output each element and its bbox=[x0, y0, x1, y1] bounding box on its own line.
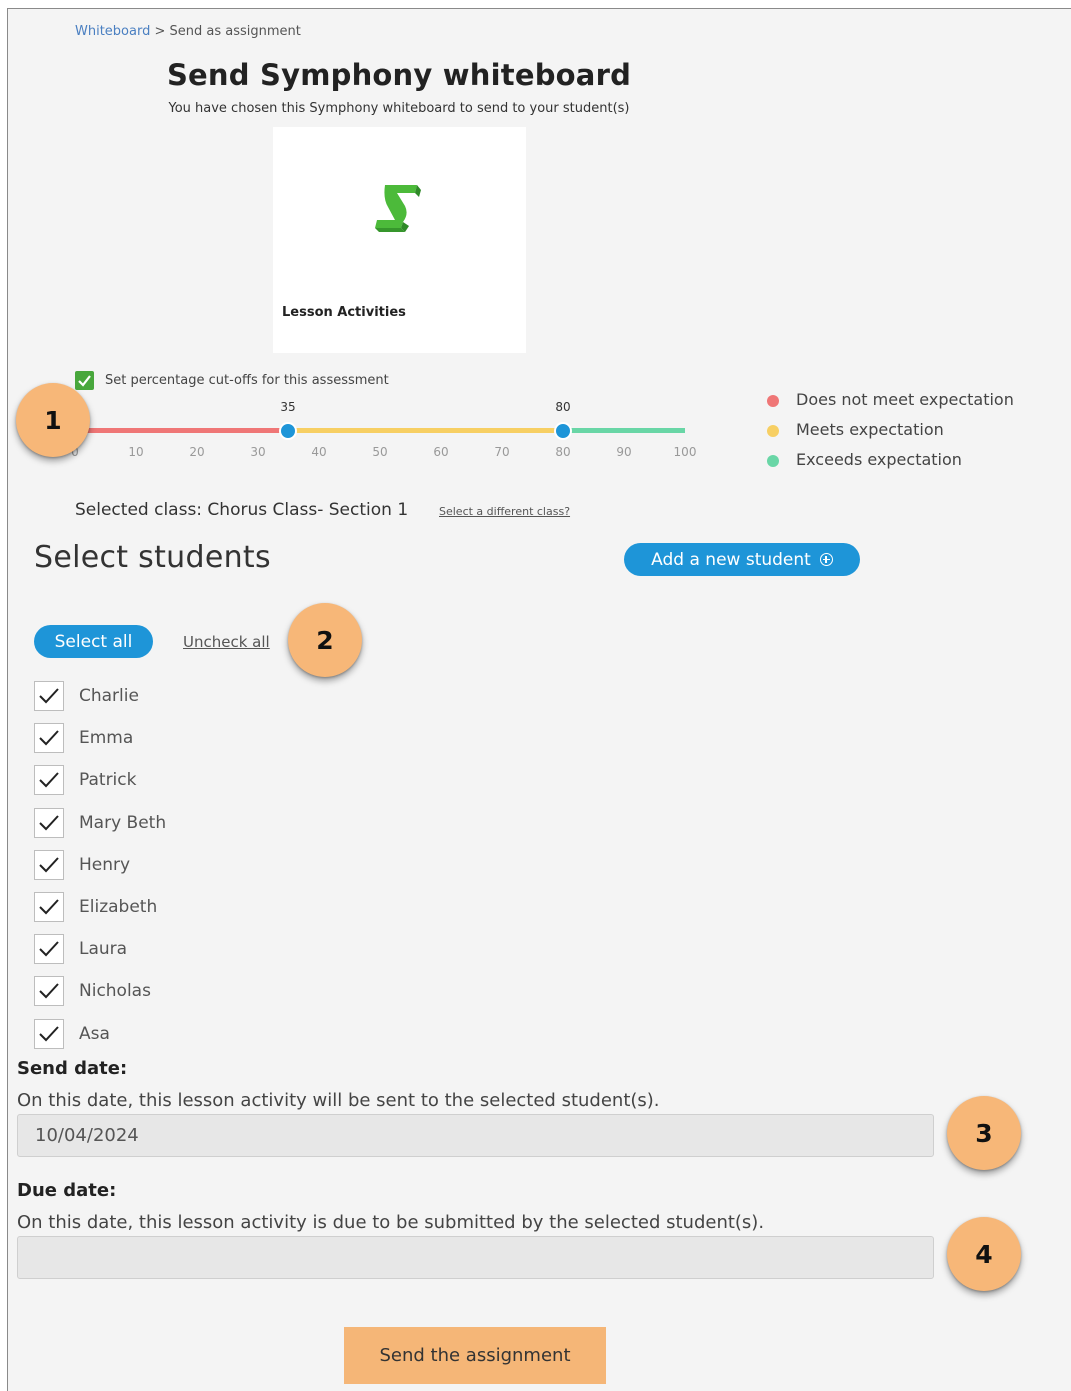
slider-tick-label: 10 bbox=[128, 445, 144, 459]
student-name: Emma bbox=[79, 728, 134, 749]
student-name: Asa bbox=[79, 1023, 110, 1044]
callout-badge-1: 1 bbox=[16, 383, 90, 457]
student-row[interactable]: Emma bbox=[34, 723, 134, 754]
student-checkbox[interactable] bbox=[34, 1018, 64, 1049]
legend-label-below: Does not meet expectation bbox=[796, 390, 1014, 409]
callout-badge-2: 2 bbox=[288, 603, 362, 677]
send-date-heading: Send date: bbox=[17, 1058, 128, 1079]
slider-tick-label: 60 bbox=[433, 445, 449, 459]
page-title: Send Symphony whiteboard bbox=[166, 58, 632, 92]
student-row[interactable]: Elizabeth bbox=[34, 892, 157, 922]
slider-segment-below bbox=[75, 428, 288, 433]
slider-tick-label: 50 bbox=[372, 445, 388, 459]
student-row[interactable]: Asa bbox=[34, 1018, 110, 1049]
breadcrumb-current: Send as assignment bbox=[169, 24, 301, 39]
checkmark-icon bbox=[39, 857, 59, 873]
student-row[interactable]: Charlie bbox=[34, 681, 139, 711]
student-checkbox[interactable] bbox=[34, 976, 64, 1007]
breadcrumb: Whiteboard > Send as assignment bbox=[75, 24, 301, 39]
page-frame bbox=[7, 8, 1071, 1391]
send-date-input[interactable] bbox=[17, 1114, 934, 1157]
student-checkbox[interactable] bbox=[34, 892, 64, 922]
slider-tick-label: 40 bbox=[311, 445, 327, 459]
callout-badge-4: 4 bbox=[947, 1217, 1021, 1291]
slider-tick-label: 90 bbox=[616, 445, 632, 459]
card-label: Lesson Activities bbox=[282, 305, 406, 320]
slider-low-handle[interactable] bbox=[279, 422, 297, 440]
student-checkbox[interactable] bbox=[34, 849, 64, 880]
student-row[interactable]: Mary Beth bbox=[34, 807, 167, 838]
checkmark-icon bbox=[39, 899, 59, 915]
slider-high-value: 80 bbox=[555, 400, 571, 414]
checkmark-icon bbox=[39, 814, 59, 831]
cutoff-label: Set percentage cut-offs for this assessm… bbox=[105, 373, 389, 388]
selected-class-text: Selected class: Chorus Class- Section 1 bbox=[75, 500, 409, 520]
select-different-class-link[interactable]: Select a different class? bbox=[439, 505, 570, 518]
student-checkbox[interactable] bbox=[34, 807, 64, 838]
select-students-title: Select students bbox=[34, 540, 271, 575]
student-checkbox[interactable] bbox=[34, 681, 64, 711]
select-all-button[interactable]: Select all bbox=[34, 625, 153, 658]
send-assignment-button[interactable]: Send the assignment bbox=[344, 1327, 606, 1384]
page-subtitle: You have chosen this Symphony whiteboard… bbox=[168, 101, 630, 116]
add-new-student-button[interactable]: Add a new student bbox=[624, 543, 860, 576]
uncheck-all-link[interactable]: Uncheck all bbox=[183, 633, 270, 651]
add-student-label: Add a new student bbox=[651, 549, 811, 570]
send-date-description: On this date, this lesson activity will … bbox=[17, 1090, 660, 1111]
legend-label-meets: Meets expectation bbox=[796, 420, 944, 439]
legend-dot-below bbox=[767, 395, 779, 407]
student-name: Nicholas bbox=[79, 981, 151, 1002]
student-row[interactable]: Laura bbox=[34, 934, 128, 965]
student-name: Mary Beth bbox=[79, 812, 167, 833]
checkmark-icon bbox=[39, 941, 59, 957]
student-name: Elizabeth bbox=[79, 897, 158, 917]
student-checkbox[interactable] bbox=[34, 723, 64, 754]
slider-low-value: 35 bbox=[280, 400, 296, 414]
checkmark-icon bbox=[39, 730, 59, 746]
legend-label-exceeds: Exceeds expectation bbox=[796, 450, 962, 469]
student-row[interactable]: Patrick bbox=[34, 765, 137, 796]
whiteboard-card[interactable]: Lesson Activities bbox=[273, 127, 526, 353]
slider-high-handle[interactable] bbox=[554, 422, 572, 440]
breadcrumb-link-whiteboard[interactable]: Whiteboard bbox=[75, 24, 150, 39]
checkmark-icon bbox=[39, 1025, 59, 1042]
check-icon bbox=[78, 375, 91, 387]
legend-dot-exceeds bbox=[767, 455, 779, 467]
student-checkbox[interactable] bbox=[34, 765, 64, 796]
checkmark-icon bbox=[39, 772, 59, 788]
student-name: Laura bbox=[79, 939, 128, 960]
slider-tick-label: 30 bbox=[250, 445, 266, 459]
breadcrumb-separator: > bbox=[150, 24, 170, 39]
student-row[interactable]: Henry bbox=[34, 849, 131, 880]
due-date-heading: Due date: bbox=[17, 1180, 117, 1201]
legend-dot-meets bbox=[767, 425, 779, 437]
plus-circle-icon bbox=[819, 553, 833, 566]
checkmark-icon bbox=[39, 688, 59, 704]
student-name: Charlie bbox=[79, 686, 139, 706]
student-name: Patrick bbox=[79, 770, 137, 791]
symphony-s-logo-icon bbox=[373, 182, 429, 240]
student-row[interactable]: Nicholas bbox=[34, 976, 151, 1007]
slider-segment-meets bbox=[288, 428, 563, 433]
due-date-description: On this date, this lesson activity is du… bbox=[17, 1212, 765, 1233]
student-checkbox[interactable] bbox=[34, 934, 64, 965]
cutoff-checkbox[interactable] bbox=[75, 371, 94, 390]
slider-segment-exceeds bbox=[563, 428, 685, 433]
slider-tick-label: 80 bbox=[555, 445, 571, 459]
slider-tick-label: 70 bbox=[494, 445, 510, 459]
slider-tick-label: 100 bbox=[673, 445, 697, 459]
due-date-input[interactable] bbox=[17, 1236, 934, 1279]
checkmark-icon bbox=[39, 983, 59, 999]
callout-badge-3: 3 bbox=[947, 1096, 1021, 1170]
slider-tick-label: 20 bbox=[189, 445, 205, 459]
student-name: Henry bbox=[79, 854, 131, 875]
